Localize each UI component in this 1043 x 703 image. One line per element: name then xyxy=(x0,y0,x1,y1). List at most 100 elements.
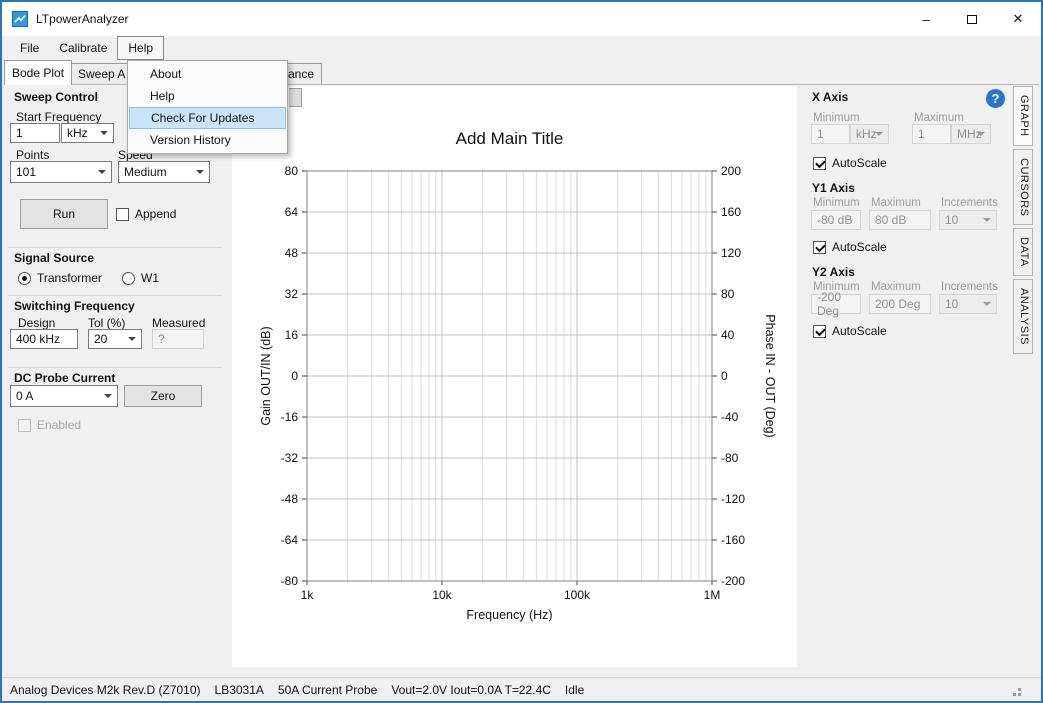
title-bar[interactable]: LTpowerAnalyzer – ✕ xyxy=(2,2,1041,36)
menu-item-check-for-updates[interactable]: Check For Updates xyxy=(129,107,286,129)
svg-text:1M: 1M xyxy=(704,588,721,602)
tolerance-select[interactable]: 20 xyxy=(88,329,142,349)
y1-autoscale-checkbox[interactable]: AutoScale xyxy=(813,240,887,254)
status-board: LB3031A xyxy=(215,683,264,697)
group-divider xyxy=(8,367,222,368)
svg-text:40: 40 xyxy=(721,328,735,342)
maximize-button[interactable] xyxy=(949,2,995,36)
checkbox-icon xyxy=(18,419,31,432)
x-autoscale-label: AutoScale xyxy=(832,156,887,170)
y1-max-value: 80 dB xyxy=(875,213,906,227)
y1-min-input: -80 dB xyxy=(811,210,861,230)
y2-autoscale-label: AutoScale xyxy=(832,324,887,338)
points-label: Points xyxy=(16,148,49,162)
svg-text:-120: -120 xyxy=(721,492,745,506)
enabled-label: Enabled xyxy=(37,418,81,432)
side-tab-analysis[interactable]: ANALYSIS xyxy=(1013,279,1033,354)
y1-min-value: -80 dB xyxy=(817,213,852,227)
y1-max-input: 80 dB xyxy=(869,210,931,230)
checkbox-icon xyxy=(813,241,826,254)
design-frequency-input[interactable]: 400 kHz xyxy=(10,329,78,349)
x-minimum-label: Minimum xyxy=(813,112,860,124)
y2-max-input: 200 Deg xyxy=(869,294,931,314)
run-button[interactable]: Run xyxy=(20,199,108,229)
menu-file[interactable]: File xyxy=(10,36,49,60)
svg-text:120: 120 xyxy=(721,246,741,260)
x-min-value: 1 xyxy=(817,127,824,141)
svg-text:-80: -80 xyxy=(721,451,739,465)
y1-axis-title: Y1 Axis xyxy=(812,181,855,195)
bode-chart-svg: 1k10k100k1M80644832160-16-32-48-64-80200… xyxy=(232,86,797,666)
checkbox-icon xyxy=(813,325,826,338)
y2-autoscale-checkbox[interactable]: AutoScale xyxy=(813,324,887,338)
status-state: Idle xyxy=(565,683,584,697)
sweep-control-panel: Sweep Control Start Frequency 1 kHz Poin… xyxy=(4,85,230,674)
dc-probe-current-select[interactable]: 0 A xyxy=(10,385,118,407)
status-device: Analog Devices M2k Rev.D (Z7010) xyxy=(10,683,201,697)
x-min-unit-value: kHz xyxy=(856,127,877,141)
svg-text:1k: 1k xyxy=(301,588,315,602)
svg-text:10k: 10k xyxy=(432,588,452,602)
side-tab-data[interactable]: DATA xyxy=(1013,228,1033,276)
tab-sweep-label: Sweep A xyxy=(78,67,125,81)
close-icon: ✕ xyxy=(1013,11,1024,27)
resize-grip[interactable] xyxy=(1018,693,1021,696)
app-window: LTpowerAnalyzer – ✕ File Calibrate Help … xyxy=(0,0,1043,703)
svg-text:-160: -160 xyxy=(721,533,745,547)
status-measurements: Vout=2.0V Iout=0.0A T=22.4C xyxy=(391,683,551,697)
svg-text:Add Main Title: Add Main Title xyxy=(456,129,564,148)
speed-select[interactable]: Medium xyxy=(118,161,210,183)
points-select[interactable]: 101 xyxy=(10,161,112,183)
side-tab-cursors[interactable]: CURSORS xyxy=(1013,149,1033,226)
axes-panel: X Axis ? Minimum Maximum 1 kHz 1 MHz Aut… xyxy=(802,85,1012,674)
append-checkbox[interactable]: Append xyxy=(116,207,176,221)
y1-increments-select: 10 xyxy=(939,210,997,230)
help-menu-dropdown: About Help Check For Updates Version His… xyxy=(127,60,288,154)
start-frequency-unit-select[interactable]: kHz xyxy=(61,123,114,143)
x-maximum-label: Maximum xyxy=(914,112,964,124)
start-frequency-input[interactable]: 1 xyxy=(10,123,60,143)
chevron-down-icon xyxy=(100,131,108,135)
y1-maximum-label: Maximum xyxy=(871,197,921,209)
start-frequency-value: 1 xyxy=(16,126,23,140)
svg-text:Gain OUT/IN (dB): Gain OUT/IN (dB) xyxy=(259,326,273,425)
x-max-value: 1 xyxy=(918,127,925,141)
w1-radio[interactable]: W1 xyxy=(122,271,159,285)
group-divider xyxy=(8,247,222,248)
signal-source-title: Signal Source xyxy=(14,251,94,265)
minimize-icon: – xyxy=(922,12,929,27)
append-label: Append xyxy=(135,207,176,221)
x-max-input: 1 xyxy=(912,124,951,144)
y2-max-value: 200 Deg xyxy=(875,297,920,311)
menu-item-help[interactable]: Help xyxy=(128,85,287,107)
menu-calibrate[interactable]: Calibrate xyxy=(49,36,117,60)
y2-min-input: -200 Deg xyxy=(811,294,861,314)
chevron-down-icon xyxy=(983,218,991,222)
side-tab-graph[interactable]: GRAPH xyxy=(1013,86,1033,146)
design-frequency-value: 400 kHz xyxy=(16,332,60,346)
svg-text:0: 0 xyxy=(291,369,298,383)
checkbox-icon xyxy=(813,157,826,170)
menu-item-version-history[interactable]: Version History xyxy=(128,129,287,151)
points-value: 101 xyxy=(16,165,36,179)
help-icon[interactable]: ? xyxy=(986,89,1005,108)
tab-bode-plot[interactable]: Bode Plot xyxy=(4,60,72,85)
y2-increments-select: 10 xyxy=(939,294,997,314)
transformer-radio[interactable]: Transformer xyxy=(18,271,102,285)
y2-maximum-label: Maximum xyxy=(871,281,921,293)
svg-text:64: 64 xyxy=(285,205,299,219)
x-min-input: 1 xyxy=(811,124,850,144)
status-bar: Analog Devices M2k Rev.D (Z7010) LB3031A… xyxy=(2,677,1041,701)
close-button[interactable]: ✕ xyxy=(995,2,1041,36)
window-controls: – ✕ xyxy=(903,2,1041,36)
svg-text:-16: -16 xyxy=(281,410,299,424)
menu-help[interactable]: Help xyxy=(117,36,164,60)
x-autoscale-checkbox[interactable]: AutoScale xyxy=(813,156,887,170)
menu-item-about[interactable]: About xyxy=(128,63,287,85)
window-title: LTpowerAnalyzer xyxy=(36,12,128,26)
chevron-down-icon xyxy=(128,337,136,341)
minimize-button[interactable]: – xyxy=(903,2,949,36)
svg-text:16: 16 xyxy=(285,328,299,342)
svg-text:-200: -200 xyxy=(721,574,745,588)
zero-button[interactable]: Zero xyxy=(124,385,202,407)
